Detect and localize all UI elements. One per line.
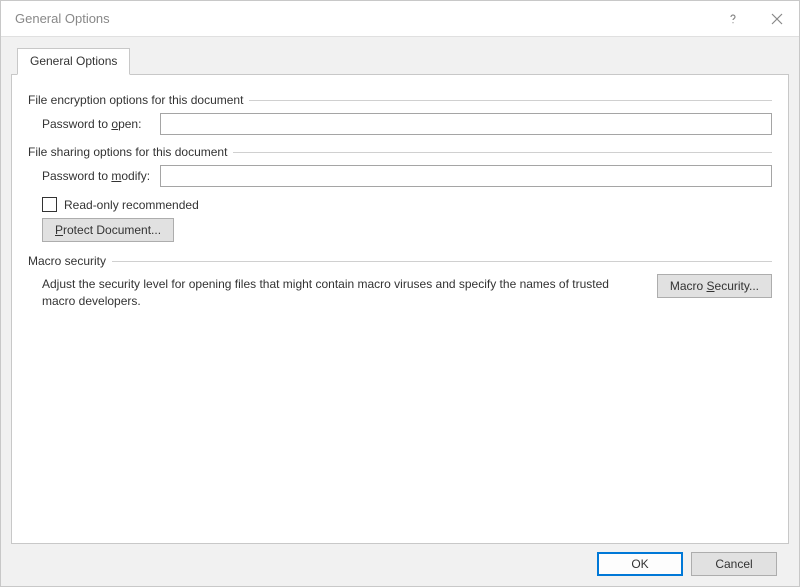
dialog-title: General Options bbox=[15, 11, 711, 26]
password-open-row: Password to open: bbox=[42, 113, 772, 135]
dialog-body: General Options File encryption options … bbox=[1, 37, 799, 586]
password-modify-label: Password to modify: bbox=[42, 169, 160, 183]
section-encryption-label: File encryption options for this documen… bbox=[28, 93, 243, 107]
password-modify-row: Password to modify: bbox=[42, 165, 772, 187]
titlebar: General Options bbox=[1, 1, 799, 37]
general-options-dialog: General Options General Options File enc… bbox=[0, 0, 800, 587]
password-open-label: Password to open: bbox=[42, 117, 160, 131]
section-macro: Macro security bbox=[28, 254, 772, 268]
protect-document-button[interactable]: Protect Document... bbox=[42, 218, 174, 242]
help-icon bbox=[727, 13, 739, 25]
tab-panel: File encryption options for this documen… bbox=[11, 74, 789, 544]
macro-description: Adjust the security level for opening fi… bbox=[42, 274, 637, 310]
macro-row: Adjust the security level for opening fi… bbox=[42, 274, 772, 310]
macro-security-button[interactable]: Macro Security... bbox=[657, 274, 772, 298]
protect-row: Protect Document... bbox=[42, 218, 772, 242]
section-macro-label: Macro security bbox=[28, 254, 106, 268]
section-sharing-label: File sharing options for this document bbox=[28, 145, 227, 159]
tab-general-options[interactable]: General Options bbox=[17, 48, 130, 75]
dialog-footer: OK Cancel bbox=[11, 544, 789, 586]
help-button[interactable] bbox=[711, 1, 755, 37]
close-icon bbox=[771, 13, 783, 25]
section-encryption: File encryption options for this documen… bbox=[28, 93, 772, 107]
cancel-button[interactable]: Cancel bbox=[691, 552, 777, 576]
readonly-label: Read-only recommended bbox=[64, 198, 199, 212]
close-button[interactable] bbox=[755, 1, 799, 37]
readonly-checkbox[interactable] bbox=[42, 197, 57, 212]
password-open-input[interactable] bbox=[160, 113, 772, 135]
ok-button[interactable]: OK bbox=[597, 552, 683, 576]
password-modify-input[interactable] bbox=[160, 165, 772, 187]
readonly-row: Read-only recommended bbox=[42, 197, 772, 212]
section-sharing: File sharing options for this document bbox=[28, 145, 772, 159]
tab-strip: General Options bbox=[11, 48, 789, 75]
